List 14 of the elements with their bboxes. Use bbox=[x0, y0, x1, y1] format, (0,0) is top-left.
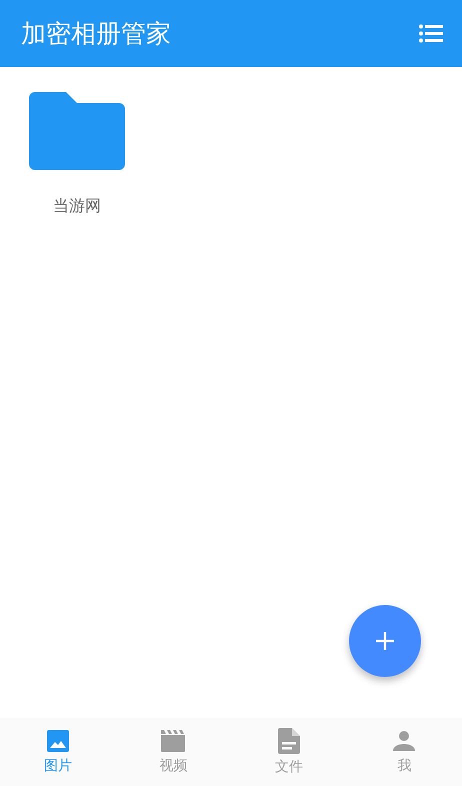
nav-tab[interactable]: 图片 bbox=[0, 718, 116, 786]
image-icon bbox=[46, 729, 70, 753]
add-button[interactable] bbox=[349, 605, 421, 677]
app-title: 加密相册管家 bbox=[21, 18, 171, 50]
person-icon bbox=[392, 729, 416, 753]
document-icon bbox=[278, 728, 300, 754]
folder-icon[interactable] bbox=[29, 92, 125, 170]
nav-tab[interactable]: 我 bbox=[346, 718, 462, 786]
folder-name: 当游网 bbox=[53, 196, 101, 217]
plus-icon bbox=[375, 631, 395, 651]
list-menu-icon[interactable] bbox=[419, 24, 443, 43]
clapperboard-icon bbox=[160, 729, 186, 753]
nav-tab[interactable]: 视频 bbox=[116, 718, 231, 786]
nav-tab[interactable]: 文件 bbox=[231, 718, 346, 786]
